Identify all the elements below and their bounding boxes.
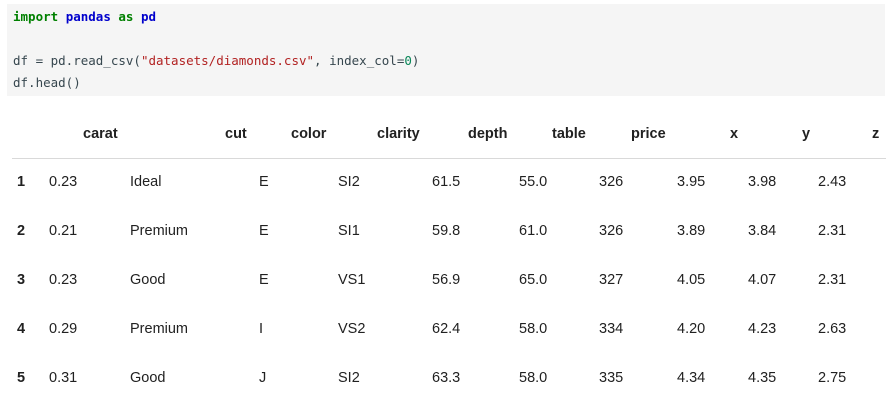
cell-price: 334	[599, 321, 624, 337]
cell-price: 326	[599, 174, 624, 190]
code-number-zero: 0	[404, 53, 412, 68]
cell-color: J	[259, 370, 267, 386]
cell-carat: 0.29	[49, 321, 78, 337]
row-index: 1	[17, 174, 26, 190]
column-header-z: z	[872, 126, 880, 142]
cell-color: E	[259, 174, 269, 190]
cell-depth: 59.8	[432, 223, 461, 239]
cell-x: 3.89	[677, 223, 706, 239]
code-read-csv-call: df = pd.read_csv(	[13, 53, 141, 68]
cell-x: 4.34	[677, 370, 706, 386]
column-header-y: y	[802, 126, 811, 142]
column-header-x: x	[730, 126, 739, 142]
cell-x: 4.20	[677, 321, 706, 337]
table-row: 3 0.23 Good E VS1 56.9 65.0 327 4.05 4.07 2.31	[12, 258, 886, 307]
cell-y: 4.07	[748, 272, 777, 288]
cell-color: I	[259, 321, 264, 337]
cell-table: 58.0	[519, 321, 548, 337]
row-index: 2	[17, 223, 26, 239]
cell-table: 65.0	[519, 272, 548, 288]
cell-clarity: SI2	[338, 174, 360, 190]
row-index: 4	[17, 321, 26, 337]
module-pandas: pandas	[65, 9, 111, 24]
table-row: 5 0.31 Good J SI2 63.3 58.0 335 4.34 4.35 2.75	[12, 356, 886, 405]
cell-price: 335	[599, 370, 624, 386]
table-row: 1 0.23 Ideal E SI2 61.5 55.0 326 3.95 3.98 2.43	[12, 160, 886, 209]
cell-cut: Good	[130, 370, 166, 386]
cell-y: 4.23	[748, 321, 777, 337]
column-header-table: table	[552, 126, 586, 142]
keyword-import: import	[13, 9, 59, 24]
code-line-read-csv: df = pd.read_csv("datasets/diamonds.csv"…	[13, 53, 419, 69]
cell-carat: 0.21	[49, 223, 78, 239]
cell-z: 2.31	[818, 223, 847, 239]
cell-clarity: VS2	[338, 321, 366, 337]
cell-x: 3.95	[677, 174, 706, 190]
cell-depth: 61.5	[432, 174, 461, 190]
column-header-clarity: clarity	[377, 126, 420, 142]
cell-table: 58.0	[519, 370, 548, 386]
row-index: 3	[17, 272, 26, 288]
cell-z: 2.75	[818, 370, 847, 386]
code-line-head: df.head()	[13, 75, 81, 90]
cell-clarity: SI2	[338, 370, 360, 386]
module-alias: pd	[140, 9, 157, 24]
column-header-cut: cut	[225, 126, 247, 142]
code-cell[interactable]: import pandas as pd df = pd.read_csv("da…	[7, 4, 885, 96]
table-row: 2 0.21 Premium E SI1 59.8 61.0 326 3.89 3.84 2.31	[12, 209, 886, 258]
cell-table: 61.0	[519, 223, 548, 239]
cell-depth: 63.3	[432, 370, 461, 386]
cell-z: 2.63	[818, 321, 847, 337]
column-header-carat: carat	[83, 126, 118, 142]
code-string-path: "datasets/diamonds.csv"	[140, 53, 315, 68]
code-line-import: import pandas as pd	[13, 9, 156, 25]
cell-price: 326	[599, 223, 624, 239]
cell-carat: 0.23	[49, 174, 78, 190]
cell-y: 3.98	[748, 174, 777, 190]
cell-depth: 56.9	[432, 272, 461, 288]
column-header-color: color	[291, 126, 327, 142]
cell-price: 327	[599, 272, 624, 288]
cell-y: 4.35	[748, 370, 777, 386]
cell-x: 4.05	[677, 272, 706, 288]
cell-cut: Ideal	[130, 174, 162, 190]
cell-y: 3.84	[748, 223, 777, 239]
code-index-col-arg: , index_col=	[314, 53, 405, 68]
cell-carat: 0.23	[49, 272, 78, 288]
dataframe-output-table: carat cut color clarity depth table price x y z 1…	[12, 118, 886, 408]
cell-clarity: SI1	[338, 223, 360, 239]
cell-table: 55.0	[519, 174, 548, 190]
column-header-price: price	[631, 126, 666, 142]
cell-z: 2.43	[818, 174, 847, 190]
cell-depth: 62.4	[432, 321, 461, 337]
cell-cut: Good	[130, 272, 166, 288]
code-close-paren: )	[411, 53, 420, 68]
cell-carat: 0.31	[49, 370, 78, 386]
cell-clarity: VS1	[338, 272, 366, 288]
cell-color: E	[259, 223, 269, 239]
row-index: 5	[17, 370, 26, 386]
header-divider	[12, 158, 886, 159]
table-row: 4 0.29 Premium I VS2 62.4 58.0 334 4.20 4.23 2.63	[12, 307, 886, 356]
column-header-depth: depth	[468, 126, 508, 142]
cell-cut: Premium	[130, 321, 189, 337]
cell-color: E	[259, 272, 269, 288]
cell-cut: Premium	[130, 223, 189, 239]
cell-z: 2.31	[818, 272, 847, 288]
keyword-as: as	[118, 9, 134, 24]
